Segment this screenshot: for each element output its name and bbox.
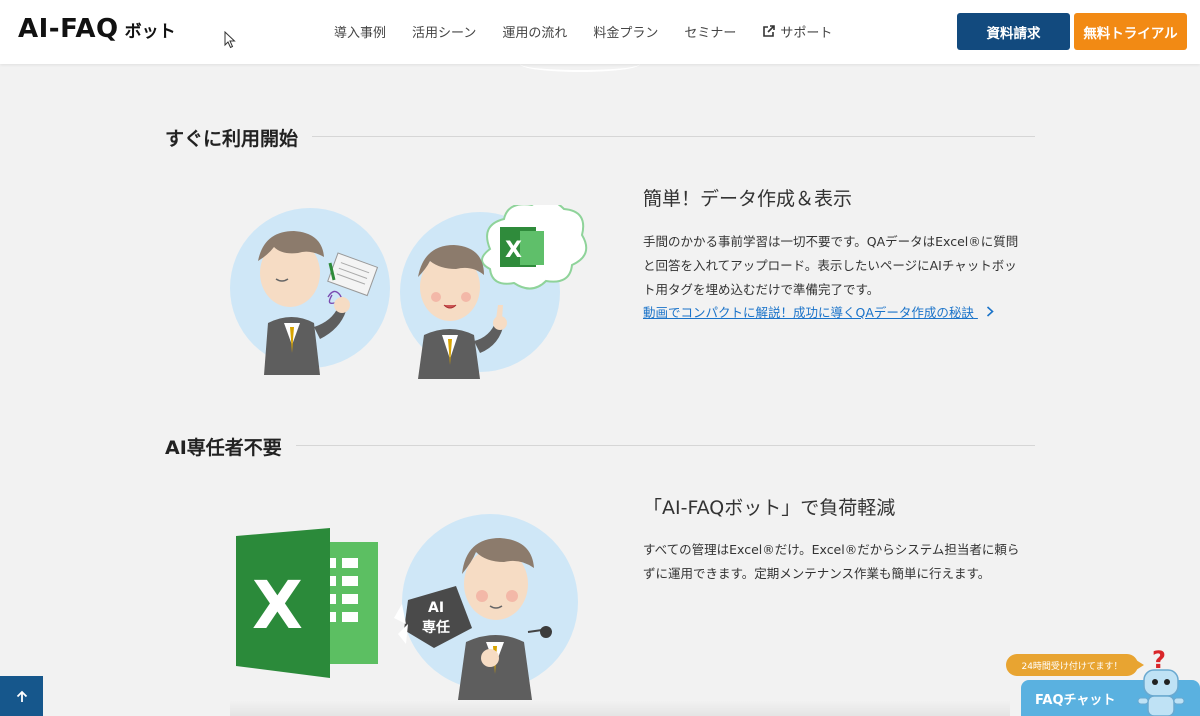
chatbot-mascot-icon[interactable]: ? bbox=[1134, 646, 1190, 716]
nav-label: サポート bbox=[780, 26, 833, 41]
nav-label: 運用の流れ bbox=[502, 26, 568, 41]
nav-item-case-studies[interactable]: 導入事例 bbox=[334, 22, 386, 41]
nav-item-use-scenes[interactable]: 活用シーン bbox=[412, 22, 476, 41]
no-ai-specialist-illustration: X AI 専任 bbox=[236, 514, 578, 700]
main-nav: 導入事例 活用シーン 運用の流れ 料金プラン セミナー サポート bbox=[334, 22, 832, 41]
nav-item-operation-flow[interactable]: 運用の流れ bbox=[502, 22, 567, 41]
external-link-icon bbox=[763, 25, 776, 37]
svg-text:X: X bbox=[505, 238, 522, 263]
logo-sub-text: ボット bbox=[124, 22, 176, 42]
nav-label: セミナー bbox=[684, 26, 737, 41]
feature-description-line: ト用タグを埋め込むだけで準備完了です。 bbox=[643, 282, 880, 297]
nav-item-pricing[interactable]: 料金プラン bbox=[593, 22, 658, 41]
nav-label: 導入事例 bbox=[334, 26, 387, 41]
section-heading: AI専任者不要 bbox=[165, 433, 296, 460]
quick-start-illustration: X bbox=[230, 205, 588, 379]
nav-label: 料金プラン bbox=[593, 26, 659, 41]
nav-label: 活用シーン bbox=[412, 26, 477, 41]
ai-badge-text: 専任 bbox=[422, 619, 450, 636]
svg-text:X: X bbox=[252, 567, 303, 644]
nav-item-support[interactable]: サポート bbox=[762, 22, 832, 41]
nav-item-seminar[interactable]: セミナー bbox=[684, 22, 736, 41]
feature-description: すべての管理はExcel®だけ。Excel®だからシステム担当者に頼ら ずに運用… bbox=[643, 538, 1038, 586]
feature-description-line: すべての管理はExcel®だけ。Excel®だからシステム担当者に頼ら bbox=[643, 542, 1020, 557]
chevron-right-icon bbox=[986, 306, 994, 317]
feature-title: 「AI-FAQボット」で負荷軽減 bbox=[643, 497, 896, 519]
feature-description: 手間のかかる事前学習は一切不要です。QAデータはExcel®に質問 と回答を入れ… bbox=[643, 230, 1038, 302]
qa-data-video-link-label: 動画でコンパクトに解説！成功に導くQAデータ作成の秘訣 bbox=[643, 305, 974, 320]
site-logo[interactable]: AI-FAQ ボット bbox=[18, 14, 176, 44]
free-trial-button[interactable]: 無料トライアル bbox=[1074, 13, 1187, 50]
arrow-up-icon bbox=[16, 690, 27, 702]
request-documents-button[interactable]: 資料請求 bbox=[957, 13, 1070, 50]
qa-data-video-link[interactable]: 動画でコンパクトに解説！成功に導くQAデータ作成の秘訣 bbox=[643, 302, 994, 321]
feature-title: 簡単！データ作成＆表示 bbox=[643, 188, 853, 210]
section-heading: すぐに利用開始 bbox=[165, 124, 313, 151]
scroll-to-top-button[interactable] bbox=[0, 676, 43, 716]
ai-badge-text: AI bbox=[428, 600, 444, 616]
feature-description-line: と回答を入れてアップロード。表示したいページにAIチャットボッ bbox=[643, 258, 1017, 273]
mouse-cursor-icon bbox=[224, 31, 236, 49]
feature-description-line: 手間のかかる事前学習は一切不要です。QAデータはExcel®に質問 bbox=[643, 234, 1019, 249]
header-curve-decoration bbox=[520, 56, 640, 72]
logo-main-text: AI-FAQ bbox=[18, 14, 119, 44]
chat-availability-bubble: 24時間受け付けてます！ bbox=[1006, 654, 1144, 676]
feature-description-line: ずに運用できます。定期メンテナンス作業も簡単に行えます。 bbox=[643, 566, 991, 581]
site-header: AI-FAQ ボット 導入事例 活用シーン 運用の流れ 料金プラン セミナー サ… bbox=[0, 0, 1200, 72]
content-bottom-shadow bbox=[230, 700, 1010, 716]
